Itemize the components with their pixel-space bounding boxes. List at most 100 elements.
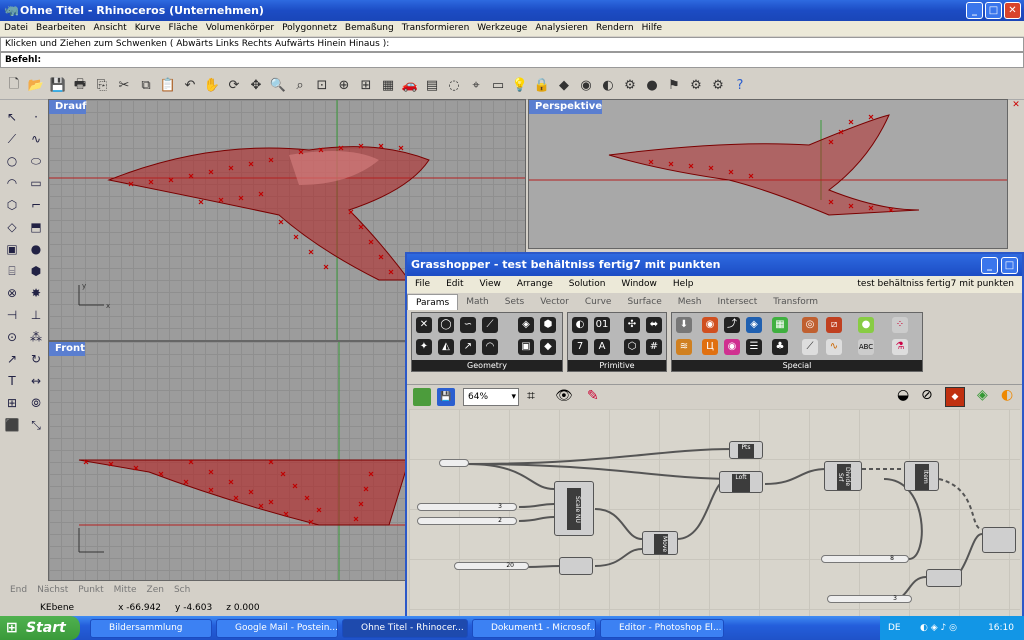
tab-intersect[interactable]: Intersect bbox=[709, 294, 765, 310]
menu-volumenkoerper[interactable]: Volumenkörper bbox=[202, 21, 278, 36]
curve-icon[interactable]: ∿ bbox=[24, 128, 48, 150]
wireframe-icon[interactable]: ⊘ bbox=[921, 387, 933, 403]
arc-icon[interactable]: ◠ bbox=[0, 172, 24, 194]
line-param-icon[interactable]: ⟋ bbox=[482, 317, 498, 333]
domain-param-icon[interactable]: ⬌ bbox=[646, 317, 662, 333]
tab-curve[interactable]: Curve bbox=[577, 294, 620, 310]
ellipse-icon[interactable]: ⬭ bbox=[24, 150, 48, 172]
gh-menu-file[interactable]: File bbox=[407, 276, 438, 293]
render-icon[interactable]: ● bbox=[642, 76, 662, 96]
tree-icon[interactable]: ♣ bbox=[772, 339, 788, 355]
array-icon[interactable]: ⊞ bbox=[0, 392, 24, 414]
sphere-preview-icon[interactable]: ● bbox=[858, 317, 874, 333]
start-button[interactable]: ⊞ Start bbox=[0, 616, 80, 640]
gear-icon[interactable]: ⚙ bbox=[686, 76, 706, 96]
maximize-button[interactable]: □ bbox=[985, 2, 1002, 19]
gh-open-icon[interactable] bbox=[413, 388, 431, 406]
zoom-icon[interactable]: 🔍 bbox=[268, 76, 288, 96]
polygon-icon[interactable]: ⬡ bbox=[0, 194, 24, 216]
trim-icon[interactable]: ⊣ bbox=[0, 304, 24, 326]
text-icon[interactable]: T bbox=[0, 370, 24, 392]
menu-bearbeiten[interactable]: Bearbeiten bbox=[32, 21, 89, 36]
task-photoshop[interactable]: Editor - Photoshop El... bbox=[600, 619, 724, 638]
slider-5[interactable]: 3 bbox=[827, 595, 912, 603]
options-icon[interactable]: ⚙ bbox=[620, 76, 640, 96]
close-button[interactable]: ✕ bbox=[1004, 2, 1021, 19]
panel-icon[interactable]: ☰ bbox=[746, 339, 762, 355]
four-viewports-icon[interactable]: ▦ bbox=[378, 76, 398, 96]
properties-icon[interactable]: ◐ bbox=[598, 76, 618, 96]
cut-icon[interactable]: ✂ bbox=[114, 76, 134, 96]
geometry-param-icon[interactable]: ✕ bbox=[416, 317, 432, 333]
menu-analysieren[interactable]: Analysieren bbox=[531, 21, 592, 36]
spheres-icon[interactable]: ⁘ bbox=[892, 317, 908, 333]
zoom-select[interactable]: 64% ▾ bbox=[463, 388, 519, 406]
gh-menu-window[interactable]: Window bbox=[613, 276, 665, 293]
material-icon[interactable]: ◆ bbox=[554, 76, 574, 96]
shader-param-icon[interactable]: ✣ bbox=[624, 317, 640, 333]
tab-vector[interactable]: Vector bbox=[532, 294, 577, 310]
language-indicator[interactable]: DE bbox=[888, 616, 901, 640]
tray-icons[interactable]: ◐ ◈ ♪ ◎ bbox=[920, 616, 957, 640]
slider-3[interactable]: 20 bbox=[454, 562, 529, 570]
circle-icon[interactable]: ○ bbox=[0, 150, 24, 172]
viewport-perspective[interactable]: Perspektive bbox=[528, 99, 1008, 249]
menu-transformieren[interactable]: Transformieren bbox=[398, 21, 474, 36]
group-icon[interactable]: ⁂ bbox=[24, 326, 48, 348]
tab-params[interactable]: Params bbox=[407, 294, 459, 310]
slider-1[interactable]: 3 bbox=[417, 503, 517, 511]
lock-icon[interactable]: 🔒 bbox=[532, 76, 552, 96]
polyline-icon[interactable]: ⟋ bbox=[0, 128, 24, 150]
rotate-view-icon[interactable]: ⟳ bbox=[224, 76, 244, 96]
preview-eye-icon[interactable]: 👁 bbox=[555, 388, 573, 404]
layer-icon[interactable]: ▭ bbox=[488, 76, 508, 96]
mesh-icon[interactable]: ⬢ bbox=[24, 260, 48, 282]
osnap-punkt[interactable]: Punkt bbox=[78, 582, 103, 598]
arc-param-icon[interactable]: ◠ bbox=[482, 339, 498, 355]
explode-icon[interactable]: ✸ bbox=[24, 282, 48, 304]
layer-status[interactable]: KEbene bbox=[40, 600, 74, 616]
menu-datei[interactable]: Datei bbox=[0, 21, 32, 36]
bake-icon[interactable]: ◈ bbox=[977, 387, 988, 403]
import-icon[interactable]: ⎘ bbox=[92, 76, 112, 96]
slider-4[interactable]: 8 bbox=[821, 555, 909, 563]
number-param-icon[interactable]: 7 bbox=[572, 339, 588, 355]
flag-icon[interactable]: ⚑ bbox=[664, 76, 684, 96]
osnap-naechst[interactable]: Nächst bbox=[37, 582, 68, 598]
select-icon[interactable]: ◌ bbox=[444, 76, 464, 96]
light-bulb-icon[interactable]: 💡 bbox=[510, 76, 530, 96]
paste-icon[interactable]: 📋 bbox=[158, 76, 178, 96]
value-tracker-icon[interactable]: ∿ bbox=[826, 339, 842, 355]
zoom-extents-gh-icon[interactable]: ⌗ bbox=[527, 388, 535, 404]
gh-menu-arrange[interactable]: Arrange bbox=[509, 276, 561, 293]
point-icon[interactable]: · bbox=[24, 106, 48, 128]
selected-preview-icon[interactable]: ◐ bbox=[1001, 387, 1013, 403]
minimize-button[interactable]: _ bbox=[966, 2, 983, 19]
extrude-icon[interactable]: ⬒ bbox=[24, 216, 48, 238]
curve-param-icon[interactable]: ∽ bbox=[460, 317, 476, 333]
task-word[interactable]: Dokument1 - Microsof... bbox=[472, 619, 596, 638]
rotate-icon[interactable]: ↻ bbox=[24, 348, 48, 370]
command-line[interactable]: Befehl: bbox=[0, 52, 1024, 68]
gradient-icon[interactable]: ◉ bbox=[702, 317, 718, 333]
osnap-mitte[interactable]: Mitte bbox=[114, 582, 137, 598]
image-sampler-icon[interactable]: ▦ bbox=[772, 317, 788, 333]
open-file-icon[interactable]: 📂 bbox=[26, 76, 46, 96]
tab-mesh[interactable]: Mesh bbox=[670, 294, 710, 310]
split-icon[interactable]: ⊥ bbox=[24, 304, 48, 326]
fillet-icon[interactable]: ⌐ bbox=[24, 194, 48, 216]
brep-param-icon[interactable]: ◈ bbox=[518, 317, 534, 333]
surface-param-icon[interactable]: ◆ bbox=[540, 339, 556, 355]
gh-menu-solution[interactable]: Solution bbox=[561, 276, 614, 293]
slider-target-component[interactable] bbox=[559, 557, 593, 575]
box-param-icon[interactable]: ▣ bbox=[518, 339, 534, 355]
menu-bemassung[interactable]: Bemaßung bbox=[341, 21, 398, 36]
menu-kurve[interactable]: Kurve bbox=[131, 21, 165, 36]
grid-icon[interactable]: ▤ bbox=[422, 76, 442, 96]
integer-param-icon[interactable]: 01 bbox=[594, 317, 610, 333]
scale-icon[interactable]: ⤡ bbox=[24, 414, 48, 436]
string-param-icon[interactable]: A bbox=[594, 339, 610, 355]
sub-component[interactable] bbox=[926, 569, 962, 587]
grid-param-icon[interactable]: # bbox=[646, 339, 662, 355]
point-component[interactable]: Pts bbox=[729, 441, 763, 459]
